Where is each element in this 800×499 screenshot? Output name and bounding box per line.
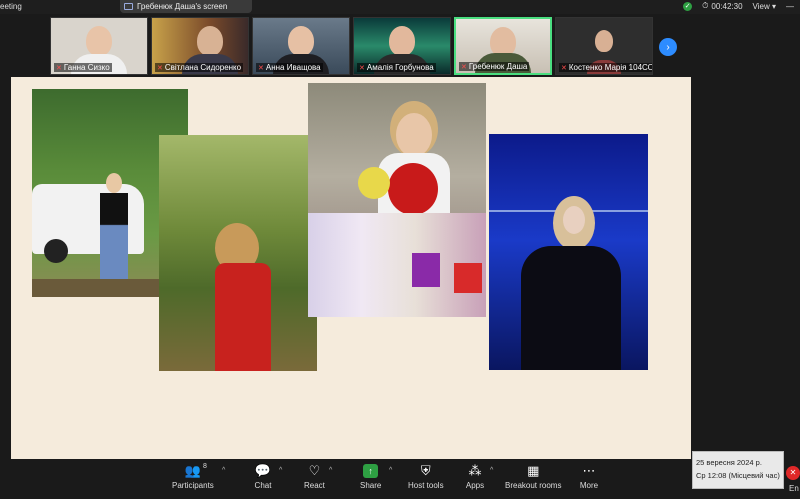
view-button[interactable]: View ▾ xyxy=(753,2,776,11)
screen-icon xyxy=(124,3,133,10)
end-meeting-button[interactable]: ✕ xyxy=(786,466,800,480)
heart-icon: ♡ xyxy=(308,463,321,478)
participant-tile[interactable]: ✕ Ганна Сизко xyxy=(50,17,148,75)
system-clock-tooltip: 25 вересня 2024 р. Ср 12:08 (Місцевий ча… xyxy=(692,451,784,489)
photo-red-dress xyxy=(159,135,317,371)
participant-name-tag: ✕ Костенко Марія 104СО xyxy=(559,63,652,72)
car-wheel xyxy=(44,239,68,263)
participant-face xyxy=(389,26,415,56)
close-icon: ✕ xyxy=(789,468,797,477)
chat-chevron-up-icon[interactable]: ^ xyxy=(279,467,282,474)
shared-screen xyxy=(11,77,691,459)
participant-name-tag: ✕ Анна Иващова xyxy=(256,63,323,72)
shield-icon: ⛨ xyxy=(420,463,431,478)
react-button[interactable]: ♡ React xyxy=(304,463,325,490)
apps-chevron-up-icon[interactable]: ^ xyxy=(490,467,493,474)
grid-icon: ▦ xyxy=(527,463,540,478)
red-dress xyxy=(215,263,271,371)
photo-flowers xyxy=(308,83,486,317)
next-page-button[interactable]: › xyxy=(659,38,677,56)
participants-chevron-up-icon[interactable]: ^ xyxy=(222,467,225,474)
person-head xyxy=(106,173,122,193)
chevron-down-icon: ▾ xyxy=(771,1,776,11)
red-box xyxy=(454,263,482,293)
timer-text: 00:42:30 xyxy=(711,1,743,11)
breakout-rooms-button[interactable]: ▦ Breakout rooms xyxy=(505,463,561,490)
person-head xyxy=(563,206,585,234)
participant-name-tag: ✕ Світлана Сидоренко xyxy=(155,63,244,72)
clock-date: 25 вересня 2024 р. xyxy=(696,458,762,467)
participant-face xyxy=(196,26,223,56)
shield-check-icon[interactable]: ✓ xyxy=(683,1,693,11)
timer-icon: ⏱ xyxy=(702,1,709,10)
participants-count: 8 xyxy=(203,463,207,470)
clock-time: Ср 12:08 (Місцевий час) xyxy=(696,471,780,480)
participant-tile[interactable]: ✕ Світлана Сидоренко xyxy=(151,17,249,75)
participant-name-tag: ✕ Гребенюк Даша xyxy=(459,62,530,71)
participant-face xyxy=(86,26,112,56)
mic-muted-icon: ✕ xyxy=(157,64,163,72)
share-button[interactable]: ↑ Share xyxy=(360,463,381,490)
participant-face xyxy=(595,30,613,52)
participant-name-tag: ✕ Амалія Горбунова xyxy=(357,63,436,72)
apps-icon: ⁂ xyxy=(468,463,482,478)
chat-bubble-icon: 💬 xyxy=(254,463,272,478)
host-tools-button[interactable]: ⛨ Host tools xyxy=(408,463,444,490)
meeting-timer: ⏱ 00:42:30 xyxy=(702,1,742,11)
participant-tile[interactable]: ✕ Костенко Марія 104СО xyxy=(555,17,653,75)
meeting-toolbar: 👥 Participants 8 ^ 💬 Chat ^ ♡ React ^ ↑ … xyxy=(0,459,800,499)
person-body xyxy=(100,193,128,283)
view-label: View xyxy=(752,1,770,11)
mic-muted-icon: ✕ xyxy=(56,64,62,72)
apps-button[interactable]: ⁂ Apps xyxy=(465,463,485,490)
participant-tile[interactable]: ✕ Амалія Горбунова xyxy=(353,17,451,75)
chevron-right-icon: › xyxy=(666,41,670,53)
person-coat xyxy=(521,246,621,370)
screen-share-indicator[interactable]: Гребенюк Даша's screen xyxy=(120,0,252,13)
yellow-bouquet xyxy=(358,167,390,199)
screen-share-label: Гребенюк Даша's screen xyxy=(137,2,228,11)
share-chevron-up-icon[interactable]: ^ xyxy=(389,467,392,474)
photo-night xyxy=(489,134,648,370)
ellipsis-icon: ⋯ xyxy=(582,463,596,478)
participant-tile-active[interactable]: ✕ Гребенюк Даша xyxy=(454,17,552,75)
participant-face xyxy=(288,26,314,56)
chat-button[interactable]: 💬 Chat xyxy=(253,463,273,490)
red-roses xyxy=(388,163,438,215)
minimize-button[interactable]: — xyxy=(786,2,794,11)
person-head xyxy=(396,113,432,157)
more-button[interactable]: ⋯ More xyxy=(579,463,599,490)
participant-gallery: ✕ Ганна Сизко ✕ Світлана Сидоренко ✕ Анна И… xyxy=(50,17,655,75)
mic-muted-icon: ✕ xyxy=(561,64,567,72)
title-bar: eeting Гребенюк Даша's screen ✓ ⏱ 00:42:… xyxy=(0,0,800,14)
people-icon: 👥 xyxy=(184,463,201,478)
mic-muted-icon: ✕ xyxy=(258,64,264,72)
purple-box xyxy=(412,253,440,287)
share-arrow-icon: ↑ xyxy=(363,464,379,478)
react-chevron-up-icon[interactable]: ^ xyxy=(329,467,332,474)
mic-muted-icon: ✕ xyxy=(359,64,365,72)
participants-button[interactable]: 👥 Participants xyxy=(172,463,214,490)
participant-tile[interactable]: ✕ Анна Иващова xyxy=(252,17,350,75)
end-label: En xyxy=(789,484,799,493)
top-right-controls: ✓ ⏱ 00:42:30 View ▾ — xyxy=(683,0,800,12)
app-title: eeting xyxy=(0,2,22,11)
mic-muted-icon: ✕ xyxy=(461,63,467,71)
participant-name-tag: ✕ Ганна Сизко xyxy=(54,63,112,72)
